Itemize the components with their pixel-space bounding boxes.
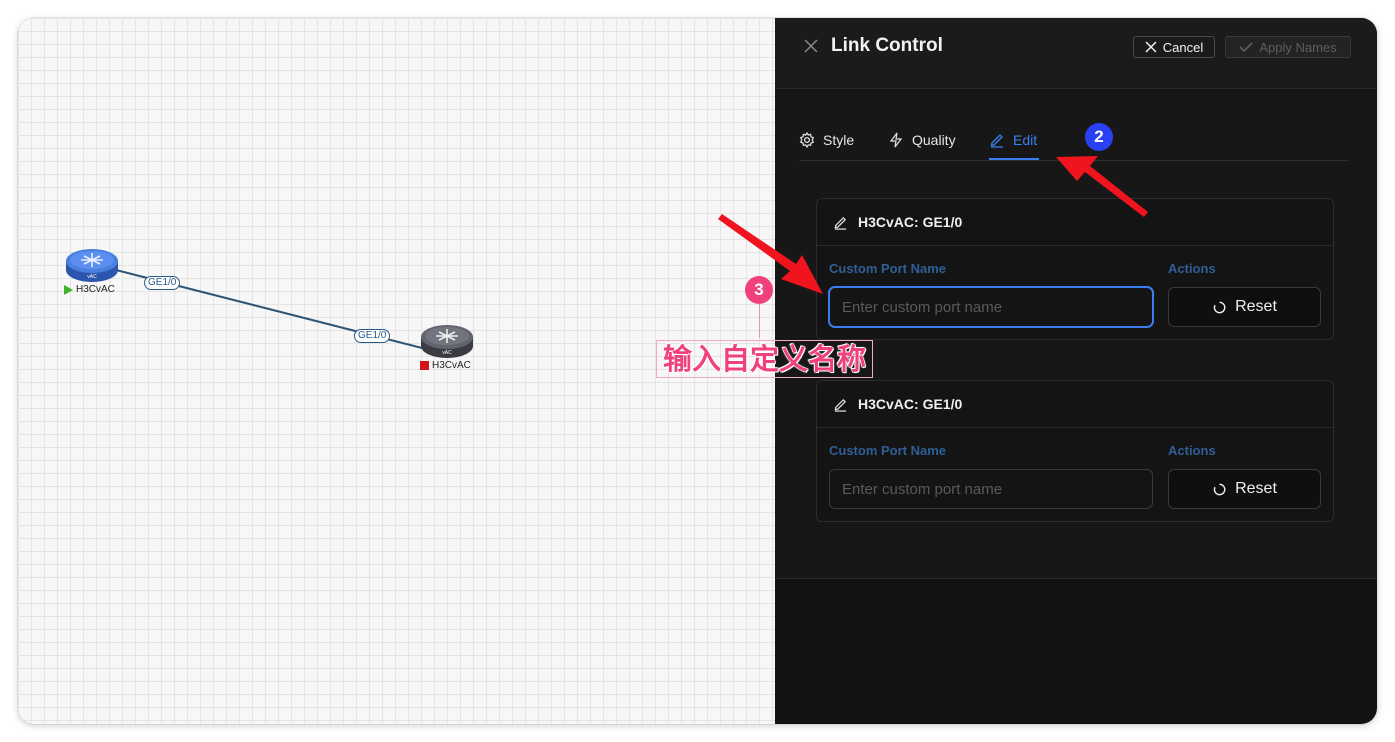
annotation-leader-line <box>759 304 760 338</box>
node-name: H3CvAC <box>432 360 471 371</box>
node-name: H3CvAC <box>76 284 115 295</box>
custom-port-name-input[interactable] <box>829 469 1153 509</box>
reset-icon <box>1213 301 1226 313</box>
pencil-icon <box>834 398 847 412</box>
step-3-badge: 3 <box>745 276 773 304</box>
card-title: H3CvAC: GE1/0 <box>858 396 963 412</box>
cancel-label: Cancel <box>1162 39 1204 55</box>
custom-port-name-label: Custom Port Name <box>829 443 947 458</box>
gear-icon <box>799 132 815 148</box>
actions-label: Actions <box>1168 261 1216 276</box>
router-icon: vAC <box>421 325 473 358</box>
close-icon[interactable] <box>803 38 819 54</box>
pencil-icon <box>990 134 1003 148</box>
card-header: H3CvAC: GE1/0 <box>817 199 1333 246</box>
reset-label: Reset <box>1235 480 1277 497</box>
panel-body: Style Quality Edit H3CvAC: GE1/0 Custom … <box>775 90 1377 579</box>
panel-title: Link Control <box>831 35 943 56</box>
check-icon <box>1239 42 1253 53</box>
port-edit-card: H3CvAC: GE1/0 Custom Port Name Actions R… <box>816 198 1334 340</box>
tab-label: Quality <box>912 132 956 148</box>
svg-text:vAC: vAC <box>87 274 97 280</box>
svg-text:vAC: vAC <box>442 350 452 356</box>
apply-names-button[interactable]: Apply Names <box>1225 36 1351 58</box>
reset-button[interactable]: Reset <box>1168 469 1321 509</box>
tab-quality[interactable]: Quality <box>888 126 956 154</box>
port-label-b[interactable]: GE1/0 <box>354 329 391 343</box>
app-window: vAC H3CvAC vAC H3CvAC GE1/0 GE1/0 Link C… <box>18 18 1377 724</box>
reset-button[interactable]: Reset <box>1168 287 1321 327</box>
tab-label: Style <box>823 132 855 148</box>
apply-names-label: Apply Names <box>1259 39 1337 55</box>
panel-header: Link Control Cancel Apply Names <box>775 18 1377 89</box>
card-header: H3CvAC: GE1/0 <box>817 381 1333 428</box>
reset-label: Reset <box>1235 298 1277 315</box>
active-tab-indicator <box>989 158 1039 160</box>
step-2-badge: 2 <box>1085 123 1113 151</box>
tab-style[interactable]: Style <box>799 126 854 154</box>
lightning-icon <box>889 132 903 148</box>
actions-label: Actions <box>1168 443 1216 458</box>
node-label: H3CvAC <box>420 360 471 371</box>
port-edit-card: H3CvAC: GE1/0 Custom Port Name Actions R… <box>816 380 1334 522</box>
tab-edit[interactable]: Edit <box>989 126 1037 154</box>
stopped-status-icon <box>420 361 429 370</box>
tab-label: Edit <box>1013 132 1038 148</box>
router-icon: vAC <box>66 249 118 282</box>
tab-bar: Style Quality Edit <box>799 120 1349 161</box>
node-router-2[interactable]: vAC H3CvAC <box>419 324 479 384</box>
node-label: H3CvAC <box>64 284 115 295</box>
cancel-button[interactable]: Cancel <box>1133 36 1215 58</box>
custom-port-name-input[interactable] <box>829 287 1153 327</box>
step-3-annotation-text: 输入自定义名称 <box>656 340 874 378</box>
close-icon <box>1145 41 1157 53</box>
running-status-icon <box>64 284 73 295</box>
port-label-a[interactable]: GE1/0 <box>144 276 181 290</box>
pencil-icon <box>834 216 847 230</box>
node-router-1[interactable]: vAC H3CvAC <box>64 248 124 308</box>
reset-icon <box>1213 483 1226 495</box>
card-title: H3CvAC: GE1/0 <box>858 214 963 230</box>
custom-port-name-label: Custom Port Name <box>829 261 947 276</box>
